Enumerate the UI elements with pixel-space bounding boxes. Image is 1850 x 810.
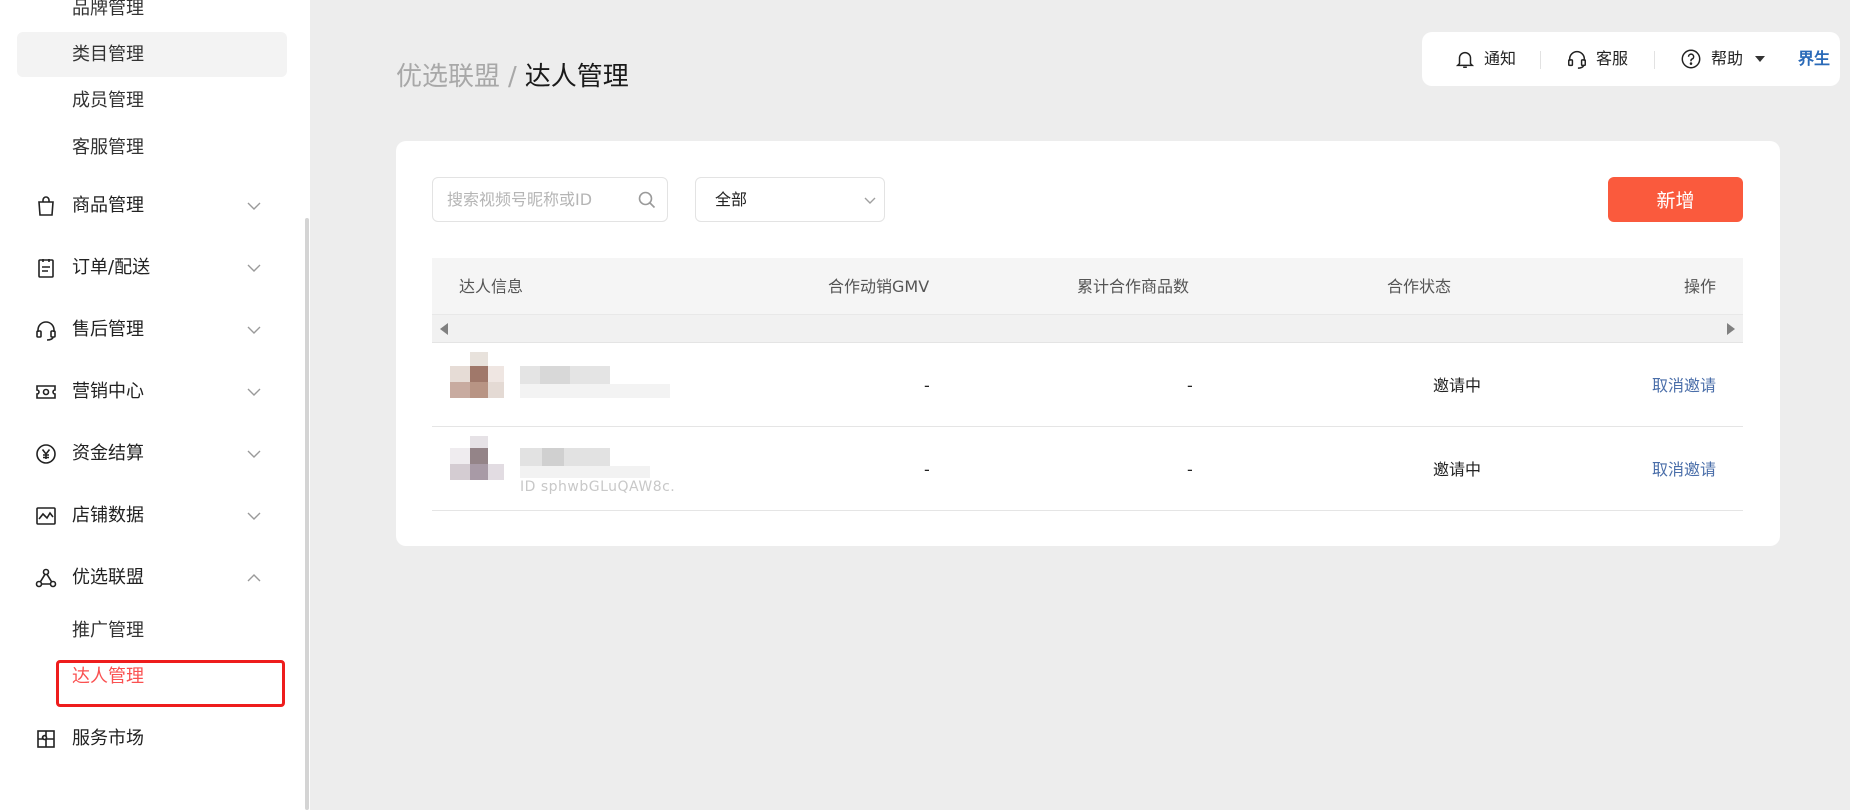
search-input[interactable]	[447, 178, 627, 221]
clipboard-icon	[38, 259, 54, 278]
sidebar: 品牌管理 类目管理 成员管理 客服管理 商品管理 订单/配送 售后管理 营销中心…	[0, 0, 310, 810]
talent-profile-blurred: ID sphwbGLuQAW8c.	[450, 436, 675, 496]
sidebar-group-label: 营销中心	[72, 381, 144, 402]
account-avatar-logo-text: 界生	[1798, 49, 1831, 68]
sidebar-group-orders[interactable]: 订单/配送	[0, 242, 300, 294]
headset-icon	[36, 321, 56, 341]
status-select-value: 全部	[715, 190, 748, 209]
table-header: 达人信息 合作动销GMV 累计合作商品数 合作状态 操作	[432, 258, 1743, 315]
talent-profile-blurred	[450, 352, 670, 412]
shopping-bag-icon	[38, 196, 54, 216]
cell-status: 邀请中	[1433, 460, 1482, 479]
chevron-down-icon	[247, 450, 261, 458]
add-button[interactable]: 新增	[1608, 177, 1743, 222]
chevron-down-icon	[247, 202, 261, 210]
sidebar-group-label: 资金结算	[72, 443, 144, 464]
column-header-actions: 操作	[1683, 277, 1716, 296]
cell-gmv: -	[924, 376, 930, 395]
column-header-talent-info: 达人信息	[459, 277, 524, 296]
sidebar-group-marketing[interactable]: 营销中心	[0, 366, 300, 418]
puzzle-icon	[37, 730, 55, 748]
column-header-status: 合作状态	[1387, 277, 1452, 296]
headset-icon	[1568, 51, 1586, 69]
sidebar-item-category[interactable]: 类目管理	[17, 32, 287, 77]
chevron-down-icon	[247, 264, 261, 272]
bell-icon	[1455, 51, 1475, 68]
help-dropdown[interactable]: 帮助	[1680, 32, 1776, 86]
search-icon[interactable]	[637, 190, 657, 210]
chevron-down-icon	[247, 326, 261, 334]
breadcrumb-parent[interactable]: 优选联盟	[396, 62, 500, 92]
breadcrumb-separator: /	[508, 62, 517, 92]
breadcrumb: 优选联盟 / 达人管理	[396, 56, 629, 93]
cell-status: 邀请中	[1433, 376, 1482, 395]
sidebar-group-after-sales[interactable]: 售后管理	[0, 304, 300, 356]
cancel-invite-link[interactable]: 取消邀请	[1652, 344, 1716, 427]
page-title: 达人管理	[524, 62, 629, 92]
sidebar-group-products[interactable]: 商品管理	[0, 180, 300, 232]
ticket-icon	[36, 385, 56, 399]
top-utility-bar: 通知 客服 帮助 界生	[1422, 32, 1840, 86]
table-row: ID sphwbGLuQAW8c. - - 邀请中 取消邀请	[432, 428, 1743, 511]
annotation-highlight-box	[56, 660, 285, 707]
customer-service-button[interactable]: 客服	[1566, 32, 1642, 86]
sidebar-group-label: 店铺数据	[72, 505, 144, 526]
sidebar-item-brand[interactable]: 品牌管理	[17, 0, 287, 31]
scroll-left-arrow[interactable]	[440, 323, 448, 335]
sidebar-group-label: 订单/配送	[72, 257, 151, 278]
customer-service-label: 客服	[1596, 49, 1629, 68]
account-avatar[interactable]: 界生	[1798, 44, 1834, 74]
sidebar-item-promotion[interactable]: 推广管理	[17, 608, 287, 653]
sidebar-group-store-data[interactable]: 店铺数据	[0, 490, 300, 542]
sidebar-item-members[interactable]: 成员管理	[17, 78, 287, 123]
sidebar-group-alliance[interactable]: 优选联盟	[0, 552, 300, 604]
horizontal-scrollbar[interactable]	[432, 315, 1743, 343]
divider	[1654, 51, 1655, 69]
divider	[1540, 51, 1541, 69]
column-header-gmv: 合作动销GMV	[828, 277, 930, 296]
caret-down-icon	[1755, 56, 1765, 62]
network-icon	[35, 568, 57, 588]
question-circle-icon	[1681, 49, 1701, 69]
chevron-down-icon	[247, 388, 261, 396]
notify-button[interactable]: 通知	[1454, 32, 1530, 86]
yuan-coin-icon	[36, 444, 56, 464]
cancel-invite-link[interactable]: 取消邀请	[1652, 428, 1716, 511]
sidebar-group-settlement[interactable]: 资金结算	[0, 428, 300, 480]
table-row: - - 邀请中 取消邀请	[432, 344, 1743, 427]
cell-product-count: -	[1187, 376, 1193, 395]
status-select[interactable]: 全部	[695, 177, 885, 222]
sidebar-group-label: 服务市场	[72, 728, 144, 749]
chevron-down-icon	[864, 197, 876, 204]
talent-management-card: 全部 新增 达人信息 合作动销GMV 累计合作商品数 合作状态 操作	[396, 141, 1780, 546]
sidebar-item-customer-service[interactable]: 客服管理	[17, 125, 287, 170]
help-label: 帮助	[1711, 49, 1744, 68]
cell-gmv: -	[924, 460, 930, 479]
talent-id-text: ID sphwbGLuQAW8c.	[520, 479, 676, 495]
sidebar-scrollbar[interactable]	[305, 218, 309, 810]
search-box	[432, 177, 668, 222]
notify-label: 通知	[1484, 49, 1517, 68]
scroll-right-arrow[interactable]	[1727, 323, 1735, 335]
chevron-down-icon	[247, 512, 261, 520]
sidebar-group-label: 商品管理	[72, 195, 144, 216]
sidebar-group-label: 售后管理	[72, 319, 144, 340]
chart-icon	[36, 507, 56, 525]
sidebar-group-service-market[interactable]: 服务市场	[0, 713, 300, 765]
column-header-product-count: 累计合作商品数	[1077, 277, 1190, 296]
cell-product-count: -	[1187, 460, 1193, 479]
chevron-up-icon	[247, 574, 261, 582]
sidebar-group-label: 优选联盟	[72, 567, 144, 588]
